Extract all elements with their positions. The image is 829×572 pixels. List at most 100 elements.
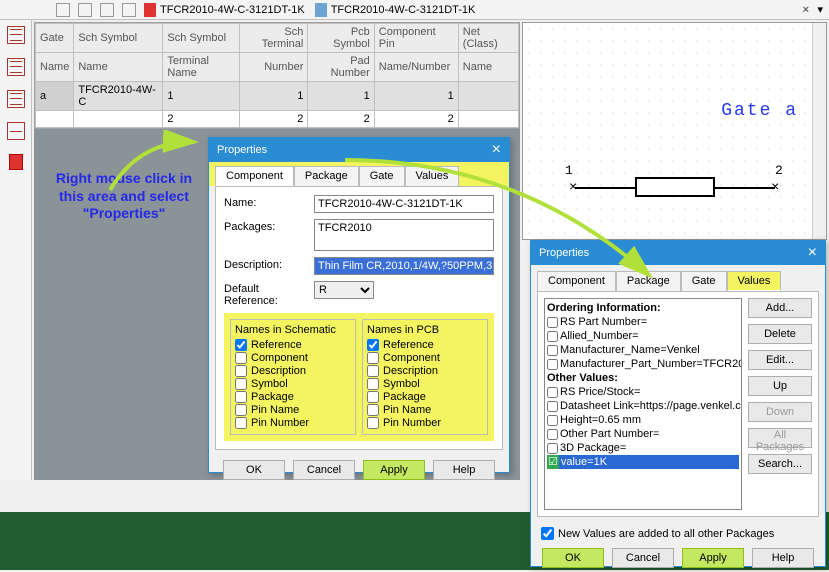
list-item[interactable]: Manufacturer_Name=Venkel [547, 343, 739, 357]
cell-sch[interactable]: TFCR2010-4W-C [74, 82, 163, 111]
search-button[interactable]: Search... [748, 454, 812, 474]
checkbox[interactable] [235, 339, 247, 351]
check-package[interactable]: Package [367, 391, 483, 403]
tool-icon[interactable] [7, 90, 25, 108]
tab-lib-doc[interactable]: TFCR2010-4W-C-3121DT-1K [315, 3, 476, 17]
col-netclass[interactable]: Net (Class) [458, 24, 518, 53]
pdf-icon[interactable] [9, 154, 23, 170]
tool-icon[interactable] [7, 26, 25, 44]
list-item[interactable]: Allied_Number= [547, 329, 739, 343]
checkbox[interactable] [367, 378, 379, 390]
list-checkbox[interactable] [547, 317, 558, 328]
tab-gate[interactable]: Gate [681, 271, 727, 291]
component-grid[interactable]: Gate Sch Symbol Sch Symbol Sch Terminal … [34, 22, 520, 129]
defref-select[interactable]: R [314, 281, 374, 299]
name-input[interactable] [314, 195, 494, 213]
list-item[interactable]: Datasheet Link=https://page.venkel.com/h… [547, 399, 739, 413]
checkbox[interactable] [235, 391, 247, 403]
list-checkbox[interactable] [547, 331, 558, 342]
checkbox[interactable] [235, 365, 247, 377]
cell-gate[interactable]: a [36, 82, 74, 111]
cell-tn[interactable]: 1 [163, 82, 240, 111]
packages-input[interactable]: TFCR2010 [314, 219, 494, 251]
allpkg-checkbox[interactable] [541, 527, 554, 540]
cell-pin[interactable]: 1 [374, 82, 458, 111]
checkbox[interactable] [367, 365, 379, 377]
footer-checkbox[interactable]: New Values are added to all other Packag… [531, 523, 825, 544]
dialog-titlebar[interactable]: Properties × [531, 241, 825, 265]
tool-icon[interactable] [7, 122, 25, 140]
cell-num[interactable]: 1 [240, 82, 308, 111]
list-checkbox[interactable] [547, 429, 558, 440]
tab-component[interactable]: Component [215, 166, 294, 186]
down-button[interactable]: Down [748, 402, 812, 422]
list-checkbox[interactable] [547, 345, 558, 356]
checkbox[interactable] [235, 404, 247, 416]
checkbox[interactable] [367, 417, 379, 429]
col-pcbsym[interactable]: Pcb Symbol [308, 24, 374, 53]
list-checkbox[interactable] [547, 359, 558, 370]
check-description[interactable]: Description [235, 365, 351, 377]
close-icon[interactable]: × [492, 142, 501, 158]
checkbox[interactable] [367, 352, 379, 364]
description-input[interactable]: Thin Film CR,2010,1/4W,?50PPM,3.12K,?0.5… [314, 257, 494, 275]
check-symbol[interactable]: Symbol [235, 378, 351, 390]
checkbox[interactable] [367, 404, 379, 416]
tab-values[interactable]: Values [405, 166, 460, 186]
cell-net[interactable] [458, 111, 518, 128]
col-schsym2[interactable]: Sch Symbol [163, 24, 240, 53]
check-component[interactable]: Component [367, 352, 483, 364]
list-item[interactable]: Height=0.65 mm [547, 413, 739, 427]
close-icon[interactable]: × [808, 245, 817, 261]
tab-component[interactable]: Component [537, 271, 616, 291]
check-pinname[interactable]: Pin Name [235, 404, 351, 416]
cancel-button[interactable]: Cancel [293, 460, 355, 480]
checkbox[interactable] [367, 339, 379, 351]
list-item[interactable]: RS Price/Stock= [547, 385, 739, 399]
cell-pad[interactable]: 2 [308, 111, 374, 128]
list-item[interactable]: Manufacturer_Part_Number=TFCR2010-4W-C-3… [547, 357, 739, 371]
list-item[interactable]: RS Part Number= [547, 315, 739, 329]
up-button[interactable]: Up [748, 376, 812, 396]
list-item[interactable]: 3D Package= [547, 441, 739, 455]
help-button[interactable]: Help [433, 460, 495, 480]
check-pinnumber[interactable]: Pin Number [367, 417, 483, 429]
check-pinname[interactable]: Pin Name [367, 404, 483, 416]
list-checkbox[interactable] [547, 443, 558, 454]
check-description[interactable]: Description [367, 365, 483, 377]
cell-pad[interactable]: 1 [308, 82, 374, 111]
checkbox[interactable] [235, 378, 247, 390]
col-schsym[interactable]: Sch Symbol [74, 24, 163, 53]
tab-package[interactable]: Package [616, 271, 681, 291]
tab-pdf-doc[interactable]: TFCR2010-4W-C-3121DT-1K [144, 3, 305, 17]
ok-button[interactable]: OK [542, 548, 604, 568]
tool-icon[interactable] [7, 58, 25, 76]
apply-button[interactable]: Apply [363, 460, 425, 480]
check-component[interactable]: Component [235, 352, 351, 364]
check-reference[interactable]: Reference [235, 339, 351, 351]
check-package[interactable]: Package [235, 391, 351, 403]
cell-net[interactable] [458, 82, 518, 111]
help-button[interactable]: Help [752, 548, 814, 568]
cell-tn[interactable]: 2 [163, 111, 240, 128]
checkbox[interactable] [235, 417, 247, 429]
col-schterm[interactable]: Sch Terminal [240, 24, 308, 53]
list-checkbox[interactable] [547, 387, 558, 398]
list-item[interactable]: Other Part Number= [547, 427, 739, 441]
schematic-preview[interactable]: Gate a ×× 1 2 [522, 22, 827, 240]
check-symbol[interactable]: Symbol [367, 378, 483, 390]
check-pinnumber[interactable]: Pin Number [235, 417, 351, 429]
edit-button[interactable]: Edit... [748, 350, 812, 370]
cell-num[interactable]: 2 [240, 111, 308, 128]
list-item-selected[interactable]: ☑value=1K [547, 455, 739, 469]
dialog-titlebar[interactable]: Properties × [209, 138, 509, 162]
apply-button[interactable]: Apply [682, 548, 744, 568]
tab-package[interactable]: Package [294, 166, 359, 186]
table-row[interactable]: a TFCR2010-4W-C 1 1 1 1 [36, 82, 519, 111]
tab-dropdown-icon[interactable]: ▾ [817, 3, 823, 16]
cell-sch[interactable] [74, 111, 163, 128]
table-row[interactable]: 2 2 2 2 [36, 111, 519, 128]
delete-button[interactable]: Delete [748, 324, 812, 344]
tab-gate[interactable]: Gate [359, 166, 405, 186]
list-checkbox[interactable] [547, 415, 558, 426]
